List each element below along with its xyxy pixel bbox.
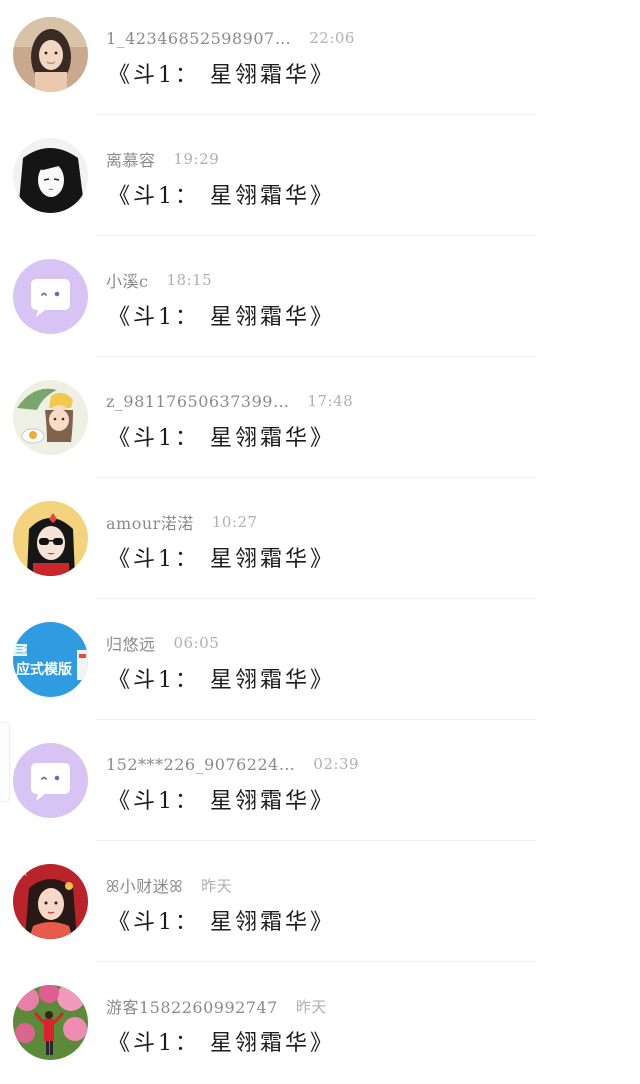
blue-template-badge-avatar-icon: 三九网 应式模版 (13, 622, 88, 697)
default-chat-bubble-avatar-icon (13, 743, 88, 818)
message-row[interactable]: z_981176506373​99… 17:48 《斗1： 星翎霜华》 (0, 363, 640, 484)
message-title: 《斗1： 星翎霜华》 (108, 668, 335, 693)
message-title: 《斗1： 星翎霜华》 (108, 789, 335, 814)
sender-name: 1_423468525989​07… (106, 28, 292, 48)
illustrated-girl-hat-avatar-icon (13, 380, 88, 455)
avatar[interactable] (13, 259, 88, 334)
message-time: 06:05 (173, 634, 220, 652)
sender-name: 离慕容 (106, 151, 156, 170)
message-time: 19:29 (173, 150, 220, 168)
divider (96, 840, 536, 841)
divider (96, 235, 536, 236)
sender-name: z_981176506373​99… (106, 391, 290, 411)
sender-name: 游客1582260992747 (106, 998, 278, 1017)
message-time: 17:48 (307, 392, 354, 410)
message-title: 《斗1： 星翎霜华》 (108, 63, 335, 88)
sender-name: 归悠远 (106, 635, 156, 654)
message-row[interactable]: 离慕容 19:29 《斗1： 星翎霜华》 (0, 121, 640, 242)
message-row[interactable]: 游客1582260992747 昨天 《斗1： 星翎霜华》 (0, 968, 640, 1084)
message-time: 22:06 (309, 29, 355, 47)
default-chat-bubble-avatar-icon (13, 259, 88, 334)
side-drawer-handle[interactable] (0, 722, 10, 802)
divider (96, 114, 536, 115)
message-time: 18:15 (166, 271, 213, 289)
avatar[interactable] (13, 501, 88, 576)
badge-line-2: 应式模版 (16, 661, 72, 678)
message-row[interactable]: ꕤ小财迷ꕤ 昨天 《斗1： 星翎霜华》 (0, 847, 640, 968)
message-list: 1_423468525989​07… 22:06 《斗1： 星翎霜华》 离慕容 … (0, 0, 640, 1084)
cartoon-sunglasses-girl-avatar-icon (13, 501, 88, 576)
badge-line-1: 三九网 (15, 645, 42, 656)
divider (96, 719, 536, 720)
message-title: 《斗1： 星翎霜华》 (108, 1031, 335, 1056)
message-time: 昨天 (201, 876, 233, 895)
message-time: 02:39 (313, 755, 360, 773)
avatar[interactable] (13, 864, 88, 939)
divider (96, 961, 536, 962)
divider (96, 477, 536, 478)
message-row[interactable]: 小溪c 18:15 《斗1： 星翎霜华》 (0, 242, 640, 363)
sender-name: ꕤ小财迷ꕤ (106, 877, 184, 896)
message-title: 《斗1： 星翎霜华》 (108, 547, 335, 572)
avatar[interactable] (13, 138, 88, 213)
message-title: 《斗1： 星翎霜华》 (108, 426, 335, 451)
avatar[interactable] (13, 17, 88, 92)
sender-name: 小溪c (106, 272, 149, 291)
sender-name: amour渃渃 (106, 514, 194, 533)
sender-name: 152***226_9076224… (106, 754, 296, 774)
avatar[interactable] (13, 985, 88, 1060)
message-row[interactable]: 152***226_9076224… 02:39 《斗1： 星翎霜华》 (0, 726, 640, 847)
message-row[interactable]: amour渃渃 10:27 《斗1： 星翎霜华》 (0, 484, 640, 605)
divider (96, 598, 536, 599)
message-title: 《斗1： 星翎霜华》 (108, 910, 335, 935)
message-title: 《斗1： 星翎霜华》 (108, 305, 335, 330)
message-time: 10:27 (211, 513, 258, 531)
message-title: 《斗1： 星翎霜华》 (108, 184, 335, 209)
avatar[interactable] (13, 743, 88, 818)
avatar[interactable] (13, 380, 88, 455)
message-row[interactable]: 1_423468525989​07… 22:06 《斗1： 星翎霜华》 (0, 0, 640, 121)
red-costume-girl-avatar-icon (13, 864, 88, 939)
divider (96, 356, 536, 357)
peach-blossom-photo-avatar-icon (13, 985, 88, 1060)
girl-photo-avatar-icon (13, 17, 88, 92)
anime-dark-hair-avatar-icon (13, 138, 88, 213)
avatar[interactable]: 三九网 应式模版 (13, 622, 88, 697)
message-row[interactable]: 三九网 应式模版 归悠远 06:05 《斗1： 星翎霜华》 (0, 605, 640, 726)
message-time: 昨天 (295, 997, 327, 1016)
